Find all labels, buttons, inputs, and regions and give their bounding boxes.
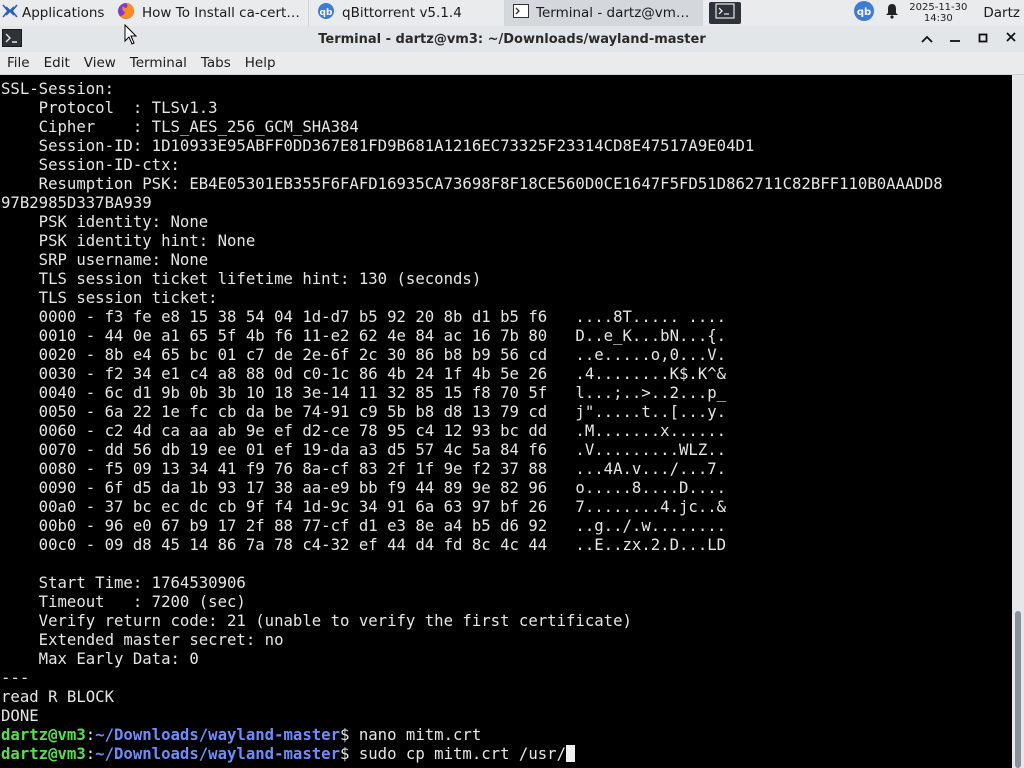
prompt-symbol: $	[340, 725, 359, 744]
terminal-line: 0000 - f3 fe e8 15 38 54 04 1d-d7 b5 92 …	[1, 307, 727, 326]
terminal-line: 00a0 - 37 bc ec dc cb 9f f4 1d-9c 34 91 …	[1, 497, 727, 516]
menu-tabs[interactable]: Tabs	[194, 55, 238, 71]
command-input[interactable]: sudo cp mitm.crt /usr/	[359, 744, 566, 763]
notification-bell-icon[interactable]	[885, 3, 899, 23]
close-button[interactable]	[1002, 30, 1020, 48]
prompt-line-2: dartz@vm3:~/Downloads/wayland-master$ su…	[1, 744, 1012, 763]
applications-menu[interactable]: Applications	[0, 0, 109, 26]
terminal-line: Resumption PSK: EB4E05301EB355F6FAFD1693…	[1, 174, 943, 193]
terminal-line: Start Time: 1764530906	[1, 573, 246, 592]
window-app-icon[interactable]	[2, 29, 22, 51]
restore-button[interactable]	[974, 30, 992, 48]
svg-text:qb: qb	[320, 8, 333, 18]
prompt-path: ~/Downloads/wayland-master	[95, 744, 340, 763]
terminal-line: SRP username: None	[1, 250, 209, 269]
menu-help[interactable]: Help	[238, 55, 283, 71]
terminal-line: Session-ID: 1D10933E95ABFF0DD367E81FD9B6…	[1, 136, 755, 155]
terminal-launcher-icon	[715, 3, 735, 23]
terminal-line: 00b0 - 96 e0 67 b9 17 2f 88 77-cf d1 e3 …	[1, 516, 727, 535]
menu-bar: File Edit View Terminal Tabs Help	[0, 52, 1024, 75]
applications-label: Applications	[22, 5, 105, 21]
terminal-line: Protocol : TLSv1.3	[1, 98, 218, 117]
terminal-line: 0050 - 6a 22 1e fc cb da be 74-91 c9 5b …	[1, 402, 727, 421]
prompt-separator: :	[85, 744, 96, 763]
vertical-scrollbar[interactable]	[1012, 75, 1024, 768]
taskbar-item-qbittorrent[interactable]: qb qBittorrent v5.1.4	[309, 0, 505, 26]
maximize-button[interactable]	[918, 30, 936, 48]
terminal-area[interactable]: SSL-Session: Protocol : TLSv1.3 Cipher :…	[0, 75, 1012, 768]
chevron-up-icon	[921, 32, 933, 47]
command-text: nano mitm.crt	[358, 725, 482, 744]
prompt-user: dartz@vm3	[1, 744, 86, 763]
terminal-line: DONE	[1, 706, 39, 725]
terminal-line: 0090 - 6f d5 da 1b 93 17 38 aa-e9 bb f9 …	[1, 478, 727, 497]
svg-text:qb: qb	[857, 7, 871, 18]
terminal-output: SSL-Session: Protocol : TLSv1.3 Cipher :…	[0, 75, 1012, 763]
taskbar-label-terminal: Terminal - dartz@vm3: ...	[536, 5, 694, 21]
prompt-path: ~/Downloads/wayland-master	[95, 725, 340, 744]
terminal-line: Cipher : TLS_AES_256_GCM_SHA384	[1, 117, 359, 136]
applications-icon	[2, 3, 18, 23]
terminal-lines: SSL-Session: Protocol : TLSv1.3 Cipher :…	[1, 79, 1012, 725]
terminal-line: Max Early Data: 0	[1, 649, 199, 668]
terminal-launcher-button[interactable]	[709, 2, 741, 24]
prompt-separator: :	[85, 725, 96, 744]
mouse-pointer-icon	[124, 23, 138, 50]
restore-icon	[978, 32, 988, 47]
terminal-line: SSL-Session:	[1, 79, 114, 98]
prompt-symbol: $	[340, 744, 359, 763]
taskbar-label-browser: How To Install ca-certifi...	[142, 5, 300, 21]
prompt-user: dartz@vm3	[1, 725, 86, 744]
terminal-line: PSK identity: None	[1, 212, 209, 231]
window-title: Terminal - dartz@vm3: ~/Downloads/waylan…	[318, 31, 706, 47]
menu-edit[interactable]: Edit	[37, 55, 77, 71]
menu-file[interactable]: File	[0, 55, 37, 71]
clock-time: 14:30	[923, 13, 953, 24]
taskbar-item-terminal[interactable]: Terminal - dartz@vm3: ...	[505, 0, 703, 26]
prompt-line-1: dartz@vm3:~/Downloads/wayland-master$ na…	[1, 725, 1012, 744]
terminal-line: 0020 - 8b e4 65 bc 01 c7 de 2e-6f 2c 30 …	[1, 345, 727, 364]
clock[interactable]: 2025-11-30 14:30	[909, 2, 967, 24]
minimize-icon	[949, 31, 961, 47]
terminal-line: TLS session ticket:	[1, 288, 218, 307]
terminal-line: 00c0 - 09 d8 45 14 86 7a 78 c4-32 ef 44 …	[1, 535, 727, 554]
firefox-icon	[117, 2, 135, 24]
terminal-line: PSK identity hint: None	[1, 231, 256, 250]
terminal-line: TLS session ticket lifetime hint: 130 (s…	[1, 269, 482, 288]
window-titlebar[interactable]: Terminal - dartz@vm3: ~/Downloads/waylan…	[0, 26, 1024, 52]
terminal-line: 0040 - 6c d1 9b 0b 3b 10 18 3e-14 11 32 …	[1, 383, 727, 402]
terminal-line: Timeout : 7200 (sec)	[1, 592, 246, 611]
top-panel: Applications How To Install ca-certifi..…	[0, 0, 1024, 26]
terminal-line: 0010 - 44 0e a1 65 5f 4b f6 11-e2 62 4e …	[1, 326, 727, 345]
terminal-line: 0080 - f5 09 13 34 41 f9 76 8a-cf 83 2f …	[1, 459, 727, 478]
taskbar-label-qbittorrent: qBittorrent v5.1.4	[342, 5, 462, 21]
terminal-line: ---	[1, 668, 30, 687]
terminal-line: 0060 - c2 4d ca aa ab 9e ef d2-ce 78 95 …	[1, 421, 727, 440]
scrollbar-thumb[interactable]	[1015, 611, 1021, 768]
close-icon	[1005, 31, 1017, 47]
menu-terminal[interactable]: Terminal	[123, 55, 194, 71]
terminal-line: Verify return code: 21 (unable to verify…	[1, 611, 632, 630]
minimize-button[interactable]	[946, 30, 964, 48]
terminal-icon	[513, 4, 529, 22]
terminal-line: Session-ID-ctx:	[1, 155, 180, 174]
taskbar-item-browser[interactable]: How To Install ca-certifi...	[109, 0, 309, 26]
qbittorrent-tray-icon[interactable]: qb	[853, 0, 875, 26]
menu-view[interactable]: View	[77, 55, 123, 71]
terminal-line: Extended master secret: no	[1, 630, 284, 649]
terminal-line: 97B2985D337BA939	[1, 193, 152, 212]
terminal-line: read R BLOCK	[1, 687, 114, 706]
qbittorrent-icon: qb	[317, 2, 335, 24]
user-menu[interactable]: Dartz	[983, 5, 1020, 21]
terminal-line: 0030 - f2 34 e1 c4 a8 88 0d c0-1c 86 4b …	[1, 364, 727, 383]
clock-date: 2025-11-30	[909, 2, 968, 13]
terminal-line: 0070 - dd 56 db 19 ee 01 ef 19-da a3 d5 …	[1, 440, 727, 459]
text-cursor	[566, 745, 576, 762]
